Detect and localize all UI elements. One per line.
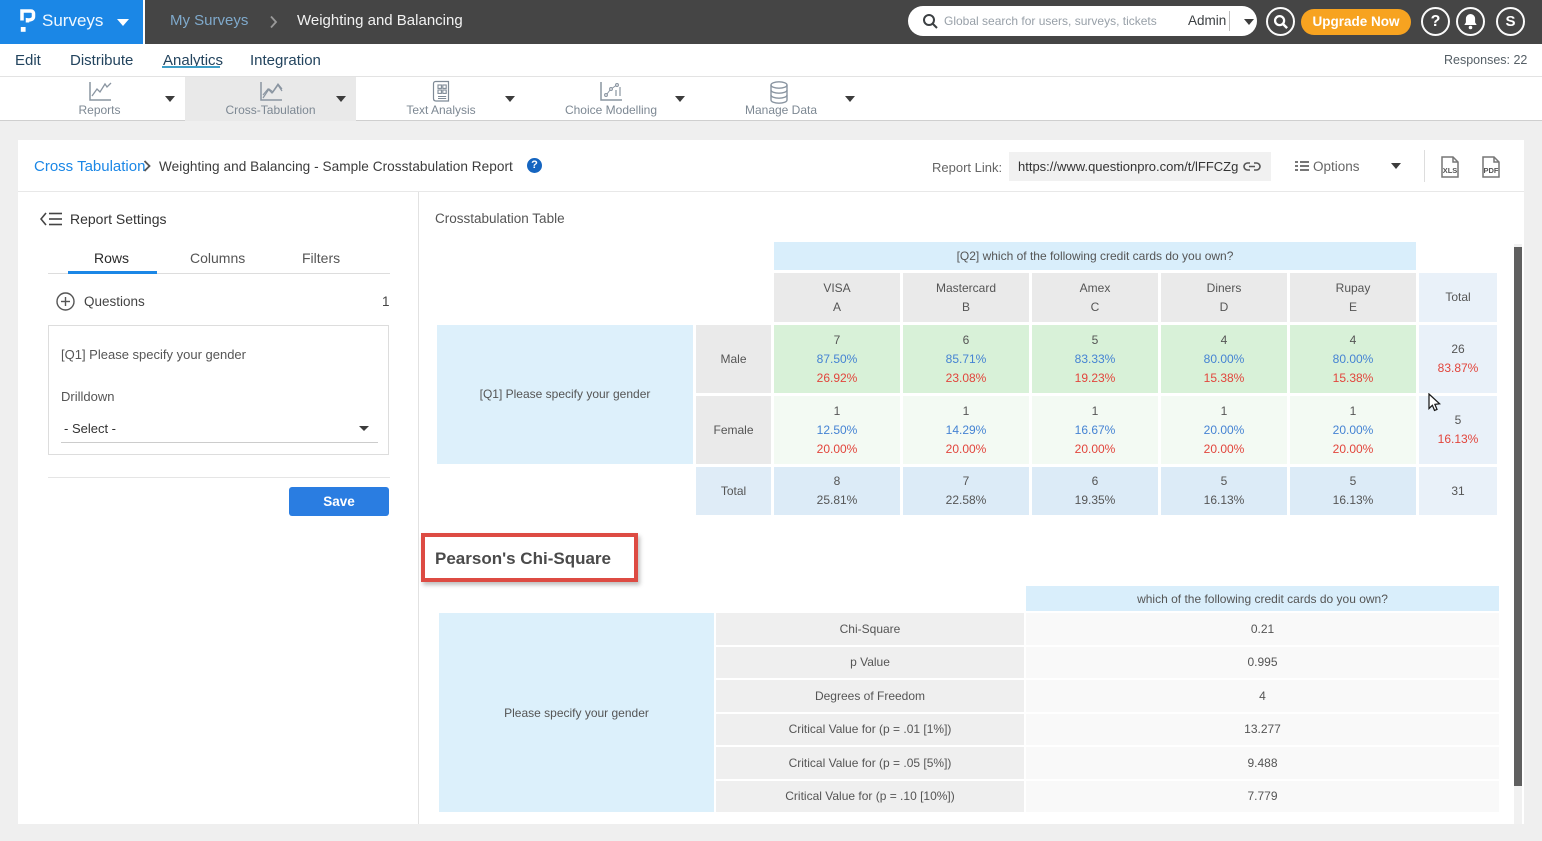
svg-text:XLS: XLS <box>1443 166 1458 175</box>
svg-text:PDF: PDF <box>1484 166 1499 175</box>
